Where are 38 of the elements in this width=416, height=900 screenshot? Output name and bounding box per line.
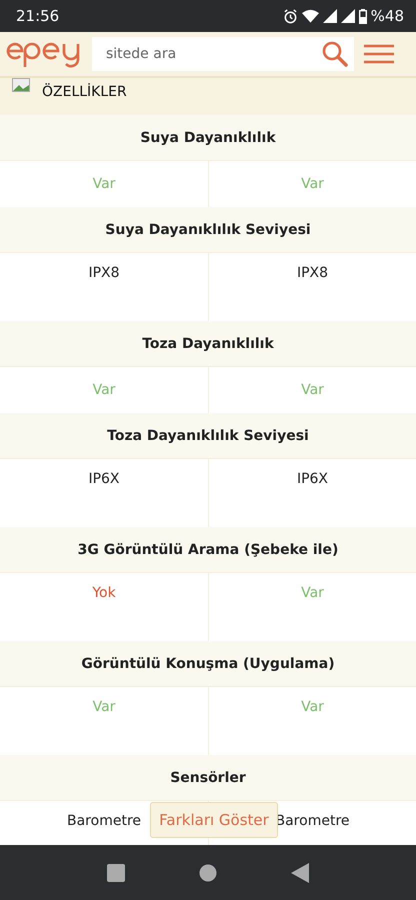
feature-value: Var (301, 699, 324, 715)
feature-heading: Görüntülü Konuşma (Uygulama) (0, 641, 416, 687)
feature-value: Barometre (67, 813, 141, 829)
wifi-icon (302, 9, 319, 23)
feature-value: IP6X (296, 471, 328, 487)
show-differences-button[interactable]: Farkları Göster (150, 802, 278, 838)
recents-icon[interactable] (107, 864, 125, 882)
logo-icon (6, 40, 82, 68)
feature-heading: Suya Dayanıklılık Seviyesi (0, 207, 416, 253)
feature-heading: Toza Dayanıklılık (0, 321, 416, 367)
feature-value: Var (301, 176, 324, 192)
menu-icon[interactable] (364, 44, 394, 64)
feature-value: IPX8 (296, 265, 328, 281)
section-title: ÖZELLİKLER (42, 84, 127, 100)
feature-value: Var (301, 585, 324, 601)
feature-heading: Sensörler (0, 755, 416, 801)
alarm-icon (282, 8, 298, 24)
broken-image-icon (12, 78, 30, 92)
search-field[interactable]: sitede ara (92, 37, 354, 71)
feature-value: IPX8 (88, 265, 120, 281)
signal-icon (340, 9, 355, 23)
back-icon[interactable] (291, 862, 309, 882)
feature-heading: 3G Görüntülü Arama (Şebeke ile) (0, 527, 416, 573)
feature-value: Barometre (276, 813, 350, 829)
search-icon[interactable] (322, 41, 348, 67)
signal-icon (322, 9, 337, 23)
feature-heading: Toza Dayanıklılık Seviyesi (0, 413, 416, 459)
feature-value: Var (301, 382, 324, 398)
feature-value: Var (92, 382, 116, 398)
feature-value: Var (92, 699, 116, 715)
feature-heading: Suya Dayanıklılık (0, 115, 416, 161)
feature-value: Var (92, 176, 116, 192)
home-icon[interactable] (199, 864, 217, 882)
feature-value: IP6X (88, 471, 120, 487)
battery-icon (358, 8, 367, 24)
battery-level: %48 (370, 7, 404, 25)
status-time: 21:56 (16, 7, 60, 25)
feature-value: Yok (92, 585, 116, 601)
